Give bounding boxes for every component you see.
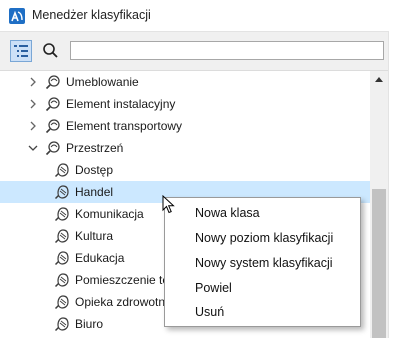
tree-item-label: Element instalacyjny (66, 97, 176, 111)
tree-item-dostep[interactable]: Dostęp (0, 159, 370, 181)
tree-item-label: Handel (75, 185, 114, 199)
tree-item-label: Element transportowy (66, 119, 183, 133)
classification-group-icon (45, 97, 60, 112)
tree-item-element-instalacyjny[interactable]: Element instalacyjny (0, 93, 370, 115)
search-input[interactable] (70, 41, 384, 60)
mouse-cursor-icon (162, 195, 175, 214)
tree-item-label: Biuro (75, 317, 104, 331)
window-edge (388, 31, 400, 338)
menu-item-new-classification-level[interactable]: Nowy poziom klasyfikacji (195, 231, 333, 245)
chevron-right-icon[interactable] (28, 99, 38, 109)
tree-item-label: Komunikacja (75, 207, 144, 221)
tree-scrollbar[interactable] (370, 71, 388, 338)
tree-item-label: Pomieszczenie tec (75, 273, 176, 287)
menu-item-delete[interactable]: Usuń (195, 305, 224, 319)
classification-item-icon (54, 207, 69, 222)
tree-view-icon (14, 45, 28, 57)
classification-item-icon (54, 163, 69, 178)
search-icon (43, 43, 58, 58)
title-bar: Menedżer klasyfikacji (0, 0, 400, 32)
classification-item-icon (54, 185, 69, 200)
classification-item-icon (54, 295, 69, 310)
tree-item-label: Przestrzeń (66, 141, 124, 155)
app-logo-icon (9, 8, 25, 24)
classification-item-icon (54, 273, 69, 288)
context-menu: Nowa klasa Nowy poziom klasyfikacji Nowy… (164, 197, 361, 327)
tree-item-przestrzen[interactable]: Przestrzeń (0, 137, 370, 159)
tree-item-label: Edukacja (75, 251, 125, 265)
tree-item-label: Dostęp (75, 163, 114, 177)
chevron-right-icon[interactable] (28, 121, 38, 131)
classification-group-icon (45, 119, 60, 134)
tree-item-label: Umeblowanie (66, 75, 139, 89)
search-button[interactable] (40, 40, 62, 62)
tree-item-element-transportowy[interactable]: Element transportowy (0, 115, 370, 137)
classification-item-icon (54, 251, 69, 266)
tree-item-label: Kultura (75, 229, 114, 243)
tree-item-umeblowanie[interactable]: Umeblowanie (0, 71, 370, 93)
tree-view-button[interactable] (10, 40, 32, 62)
scroll-up-arrow-icon[interactable] (375, 76, 383, 82)
menu-item-duplicate[interactable]: Powiel (195, 281, 232, 295)
window-title: Menedżer klasyfikacji (32, 8, 151, 22)
chevron-down-icon[interactable] (28, 143, 38, 153)
menu-item-new-class[interactable]: Nowa klasa (195, 206, 260, 220)
tree-item-label: Opieka zdrowotn (75, 295, 166, 309)
menu-item-new-classification-system[interactable]: Nowy system klasyfikacji (195, 256, 333, 270)
scrollbar-thumb[interactable] (372, 189, 386, 338)
classification-item-icon (54, 317, 69, 332)
classification-item-icon (54, 229, 69, 244)
classification-group-icon (45, 75, 60, 90)
chevron-right-icon[interactable] (28, 77, 38, 87)
classification-group-icon (45, 141, 60, 156)
